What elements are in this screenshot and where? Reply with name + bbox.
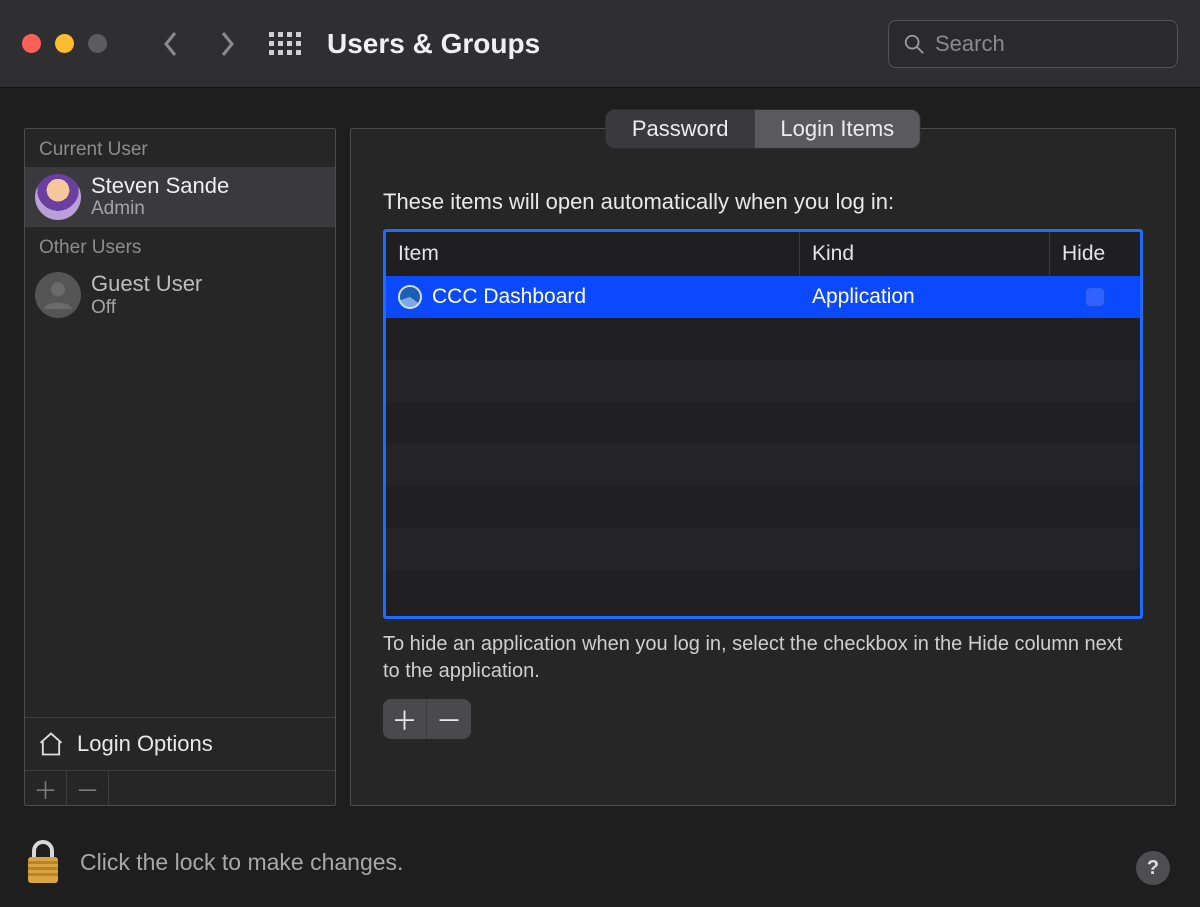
col-hide[interactable]: Hide <box>1050 232 1140 276</box>
titlebar: Users & Groups <box>0 0 1200 88</box>
add-user-button[interactable]: ＋ <box>25 771 67 805</box>
tab-login-items[interactable]: Login Items <box>754 110 920 148</box>
lock-icon[interactable] <box>24 839 62 885</box>
tab-password[interactable]: Password <box>606 110 755 148</box>
login-items-table: Item Kind Hide CCC Dashboard Application <box>383 229 1143 619</box>
login-options-button[interactable]: Login Options <box>25 717 335 770</box>
avatar <box>35 174 81 220</box>
table-header: Item Kind Hide <box>386 232 1140 276</box>
help-button[interactable]: ? <box>1136 851 1170 885</box>
hide-checkbox[interactable] <box>1085 287 1105 307</box>
sidebar-add-remove: ＋ － <box>25 770 335 805</box>
app-icon <box>398 285 422 309</box>
remove-login-item-button[interactable]: － <box>427 699 471 739</box>
back-button[interactable] <box>147 16 195 72</box>
forward-button[interactable] <box>203 16 251 72</box>
users-sidebar: Current User Steven Sande Admin Other Us… <box>24 128 336 806</box>
window-title: Users & Groups <box>327 28 540 60</box>
other-users-section-label: Other Users <box>25 227 335 265</box>
item-kind: Application <box>800 285 1050 309</box>
user-role: Admin <box>91 198 229 220</box>
sidebar-user-current[interactable]: Steven Sande Admin <box>25 167 335 226</box>
sidebar-user-guest[interactable]: Guest User Off <box>25 265 335 324</box>
remove-user-button[interactable]: － <box>67 771 109 805</box>
tab-bar: Password Login Items <box>605 109 921 149</box>
login-options-label: Login Options <box>77 731 213 757</box>
grid-icon <box>269 32 301 55</box>
current-user-section-label: Current User <box>25 129 335 167</box>
col-kind[interactable]: Kind <box>800 232 1050 276</box>
table-row[interactable]: CCC Dashboard Application <box>386 276 1140 318</box>
window-controls <box>22 34 107 53</box>
close-window-button[interactable] <box>22 34 41 53</box>
user-status: Off <box>91 297 202 319</box>
user-name: Steven Sande <box>91 173 229 198</box>
search-input[interactable] <box>935 31 1163 57</box>
hide-help-text: To hide an application when you log in, … <box>383 631 1143 685</box>
home-icon <box>37 730 65 758</box>
zoom-window-button[interactable] <box>88 34 107 53</box>
avatar <box>35 272 81 318</box>
login-items-add-remove: ＋ － <box>383 699 471 739</box>
main-panel: Password Login Items These items will op… <box>350 128 1176 806</box>
minimize-window-button[interactable] <box>55 34 74 53</box>
add-login-item-button[interactable]: ＋ <box>383 699 427 739</box>
lock-bar: Click the lock to make changes. <box>24 839 403 885</box>
nav-arrows <box>147 16 251 72</box>
search-icon <box>903 33 925 55</box>
col-item[interactable]: Item <box>386 232 800 276</box>
show-all-prefs-button[interactable] <box>261 16 309 72</box>
search-field[interactable] <box>888 20 1178 68</box>
table-body: CCC Dashboard Application <box>386 276 1140 616</box>
login-items-intro: These items will open automatically when… <box>383 189 1143 215</box>
lock-text: Click the lock to make changes. <box>80 849 403 876</box>
user-name: Guest User <box>91 271 202 296</box>
item-name: CCC Dashboard <box>432 285 586 309</box>
